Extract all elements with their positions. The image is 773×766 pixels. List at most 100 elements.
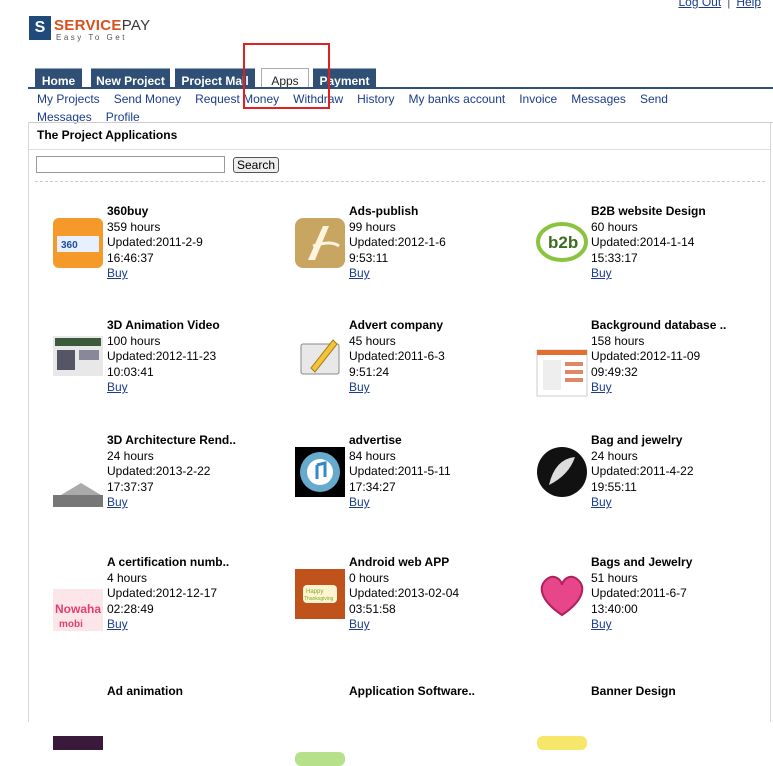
banner-icon[interactable]	[535, 696, 589, 750]
app-info: 3D Animation Video 100 hours Updated:2012-…	[107, 318, 247, 396]
logout-link[interactable]: Log Out	[678, 0, 721, 9]
tab-apps[interactable]: Apps	[261, 68, 309, 88]
advert-icon[interactable]	[293, 330, 347, 384]
search-button[interactable]: Search	[233, 157, 280, 173]
buy-link[interactable]: Buy	[349, 266, 489, 282]
buy-link[interactable]: Buy	[349, 380, 489, 396]
app-hours: 84 hours	[349, 448, 396, 463]
buy-link[interactable]: Buy	[107, 495, 247, 511]
app-name[interactable]: Application Software..	[349, 684, 489, 700]
subnav-messages[interactable]: Messages	[571, 92, 626, 106]
tab-home[interactable]: Home	[35, 68, 82, 88]
app-updated: Updated:2011-4-22	[591, 464, 694, 478]
logo-name-pay: PAY	[121, 17, 151, 34]
app-time: 16:46:37	[107, 250, 154, 265]
app-info: Banner Design	[591, 684, 731, 700]
app-updated: Updated:2014-1-14	[591, 235, 695, 249]
app-name[interactable]: Ads-publish	[349, 204, 489, 220]
app-hours: 100 hours	[107, 333, 161, 348]
b2b-icon[interactable]: b2b	[535, 216, 589, 270]
app-updated: Updated:2012-11-09	[591, 349, 701, 363]
subnav-banks-account[interactable]: My banks account	[408, 92, 505, 106]
architecture-icon[interactable]	[51, 461, 105, 515]
app-time: 13:40:00	[591, 601, 638, 616]
app-name[interactable]: Background database ..	[591, 318, 731, 334]
app-name[interactable]: 3D Architecture Rend..	[107, 433, 247, 449]
app-info: Android web APP 0 hours Updated:2013-02-04…	[349, 555, 489, 633]
app-info: 3D Architecture Rend.. 24 hours Updated:20…	[107, 433, 247, 511]
app-hours: 359 hours	[107, 219, 161, 234]
svg-text:b2b: b2b	[548, 233, 578, 252]
app-info: advertise 84 hours Updated:2011-5-11 17:34:…	[349, 433, 489, 511]
app-time: 9:51:24	[349, 364, 390, 379]
app-time: 17:37:37	[107, 479, 154, 494]
buy-link[interactable]: Buy	[591, 495, 731, 511]
app-info: Ad animation	[107, 684, 247, 700]
app-name[interactable]: 3D Animation Video	[107, 318, 247, 334]
app-updated: Updated:2011-5-11	[349, 464, 451, 478]
buy-link[interactable]: Buy	[349, 617, 489, 633]
tab-project-mall[interactable]: Project Mall	[175, 68, 255, 88]
app-name[interactable]: Bags and Jewelry	[591, 555, 731, 571]
app-name[interactable]: Advert company	[349, 318, 489, 334]
app-name[interactable]: Ad animation	[107, 684, 247, 700]
app-name[interactable]: Bag and jewelry	[591, 433, 731, 449]
buy-link[interactable]: Buy	[107, 617, 247, 633]
subnav-send-money[interactable]: Send Money	[114, 92, 181, 106]
app-hours: 45 hours	[349, 333, 396, 348]
database-icon[interactable]	[535, 346, 589, 400]
subnav-history[interactable]: History	[357, 92, 394, 106]
tab-new-project[interactable]: New Project	[91, 68, 170, 88]
app-updated: Updated:2012-12-17	[107, 586, 218, 600]
tab-bar-rule	[28, 87, 773, 89]
tab-payment[interactable]: Payment	[313, 68, 376, 88]
app-info: 360buy 359 hours Updated:2011-2-9 16:46:37 B…	[107, 204, 247, 282]
app-name[interactable]: B2B website Design	[591, 204, 731, 220]
app-name[interactable]: Android web APP	[349, 555, 489, 571]
ad-animation-icon[interactable]	[51, 696, 105, 750]
heart-icon[interactable]	[535, 567, 589, 621]
app-name[interactable]: A certification numb..	[107, 555, 247, 571]
app-time: 02:28:49	[107, 601, 154, 616]
app-name[interactable]: 360buy	[107, 204, 247, 220]
app-hours: 158 hours	[591, 333, 645, 348]
app-hours: 4 hours	[107, 570, 148, 585]
feather-icon[interactable]	[535, 445, 589, 499]
buy-link[interactable]: Buy	[591, 617, 731, 633]
logo-tagline: Easy To Get	[56, 33, 127, 42]
buy-link[interactable]: Buy	[107, 266, 247, 282]
help-link[interactable]: Help	[736, 0, 761, 9]
buy-link[interactable]: Buy	[107, 380, 247, 396]
subnav-request-money[interactable]: Request Money	[195, 92, 279, 106]
buy-link[interactable]: Buy	[349, 495, 489, 511]
ads-publish-icon[interactable]	[293, 216, 347, 270]
app-hours: 24 hours	[591, 448, 638, 463]
app-software-icon[interactable]	[293, 712, 347, 766]
app-name[interactable]: advertise	[349, 433, 489, 449]
app-time: 19:55:11	[591, 479, 637, 494]
certification-icon[interactable]: Nowaha mobi	[51, 583, 105, 637]
3d-animation-icon[interactable]	[51, 330, 105, 384]
subnav-withdraw[interactable]: Withdraw	[293, 92, 343, 106]
app-time: 09:49:32	[591, 364, 638, 379]
app-info: A certification numb.. 4 hours Updated:201…	[107, 555, 247, 633]
svg-text:Nowaha: Nowaha	[55, 602, 101, 616]
subnav-invoice[interactable]: Invoice	[519, 92, 557, 106]
app-time: 17:34:27	[349, 479, 396, 494]
app-info: Bags and Jewelry 51 hours Updated:2011-6-7…	[591, 555, 731, 633]
top-links: Log Out | Help	[678, 0, 761, 9]
buy-link[interactable]: Buy	[591, 266, 731, 282]
app-updated: Updated:2013-02-04	[349, 586, 460, 600]
app-time: 03:51:58	[349, 601, 396, 616]
subnav-my-projects[interactable]: My Projects	[37, 92, 100, 106]
app-updated: Updated:2011-2-9	[107, 235, 203, 249]
buy-link[interactable]: Buy	[591, 380, 731, 396]
360buy-icon[interactable]: 360	[51, 216, 105, 270]
app-name[interactable]: Banner Design	[591, 684, 731, 700]
thanksgiving-icon[interactable]: HappyThanksgiving	[293, 567, 347, 621]
svg-text:mobi: mobi	[59, 619, 83, 630]
search-input[interactable]	[36, 156, 225, 173]
app-hours: 99 hours	[349, 219, 396, 234]
app-updated: Updated:2012-11-23	[107, 349, 217, 363]
itunes-icon[interactable]	[293, 445, 347, 499]
